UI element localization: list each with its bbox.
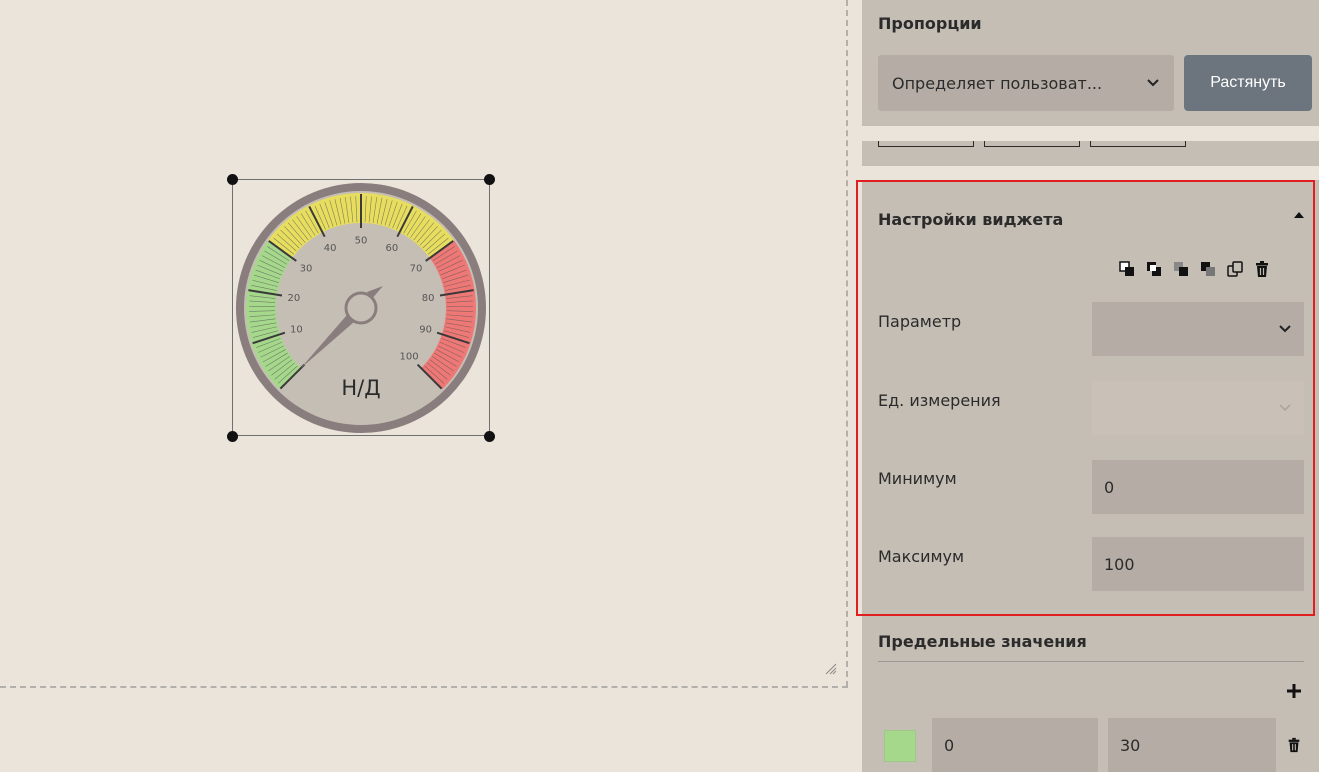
minimum-input[interactable]: 0 (1092, 460, 1304, 514)
resize-handle-bottom-right[interactable] (484, 431, 495, 442)
widget-settings-title: Настройки виджета (878, 210, 1064, 229)
chevron-down-icon (1279, 404, 1291, 412)
proportions-lower (862, 141, 1319, 166)
proportions-title: Пропорции (878, 14, 982, 33)
section-divider (862, 127, 1319, 141)
bring-to-front-icon[interactable] (1145, 260, 1163, 278)
unit-label: Ед. измерения (878, 391, 1001, 410)
resize-handle-top-right[interactable] (484, 174, 495, 185)
maximum-input[interactable]: 100 (1092, 537, 1304, 591)
selection-box (232, 179, 490, 436)
divider (878, 661, 1304, 662)
limits-section: Предельные значения 0 30 (862, 614, 1319, 772)
limit-to-input[interactable]: 30 (1108, 718, 1276, 772)
delete-limit-button[interactable] (1286, 736, 1302, 758)
trash-icon[interactable] (1253, 260, 1271, 278)
proportions-select[interactable]: Определяет пользоват... (878, 55, 1174, 111)
unit-select[interactable] (1092, 381, 1304, 435)
align-button[interactable] (984, 141, 1080, 147)
resize-handle-top-left[interactable] (227, 174, 238, 185)
limit-from-input[interactable]: 0 (932, 718, 1098, 772)
maximum-label: Максимум (878, 547, 965, 566)
send-to-back-icon[interactable] (1199, 260, 1217, 278)
limit-color-swatch[interactable] (884, 730, 916, 762)
chevron-down-icon (1147, 79, 1159, 87)
properties-panel: Пропорции Определяет пользоват... Растян… (862, 0, 1319, 772)
add-limit-button[interactable] (1286, 680, 1302, 705)
chevron-down-icon (1279, 325, 1291, 333)
bring-forward-icon[interactable] (1118, 260, 1136, 278)
resize-handle-bottom-left[interactable] (227, 431, 238, 442)
trash-icon (1288, 737, 1300, 753)
canvas-border (846, 0, 848, 687)
resize-grip-icon[interactable] (822, 660, 838, 676)
collapse-caret-icon[interactable] (1294, 212, 1304, 218)
widget-settings-section: Настройки виджета Параметр Ед. измерения… (862, 180, 1319, 614)
canvas-border (0, 686, 848, 688)
proportions-select-value: Определяет пользоват... (892, 73, 1103, 93)
layer-toolbar (1118, 260, 1271, 278)
minimum-label: Минимум (878, 469, 957, 488)
copy-icon[interactable] (1226, 260, 1244, 278)
limits-title: Предельные значения (878, 632, 1087, 651)
align-button[interactable] (1090, 141, 1186, 147)
parameter-select[interactable] (1092, 302, 1304, 356)
send-backward-icon[interactable] (1172, 260, 1190, 278)
proportions-section: Пропорции Определяет пользоват... Растян… (862, 0, 1319, 126)
parameter-label: Параметр (878, 312, 962, 331)
stretch-button[interactable]: Растянуть (1184, 55, 1312, 111)
plus-icon (1287, 684, 1301, 698)
align-button[interactable] (878, 141, 974, 147)
